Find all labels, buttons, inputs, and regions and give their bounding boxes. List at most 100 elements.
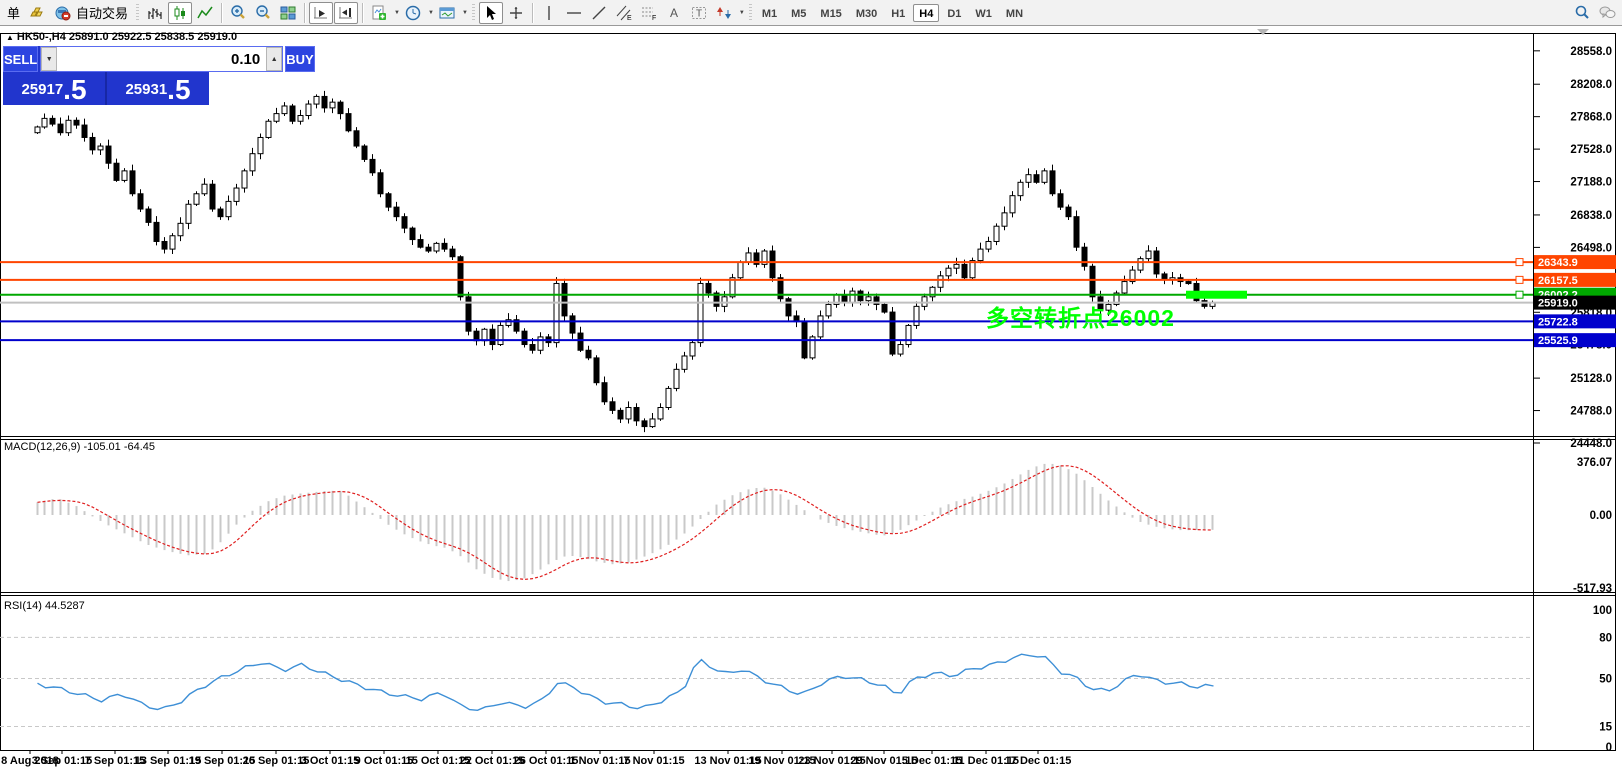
svg-text:A: A bbox=[670, 6, 678, 20]
svg-text:17 Dec 01:15: 17 Dec 01:15 bbox=[1005, 755, 1072, 767]
chart-frame bbox=[1, 34, 1616, 751]
tab-timeframe-MN[interactable]: MN bbox=[1000, 4, 1029, 22]
one-click-trading-panel: SELL ▼ ▲ BUY 25917.5 25931.5 bbox=[3, 46, 209, 105]
periods-dropdown[interactable]: ▼ bbox=[428, 10, 434, 16]
toolbar-grip[interactable] bbox=[472, 4, 475, 22]
tab-timeframe-H1[interactable]: H1 bbox=[885, 4, 911, 22]
sell-price[interactable]: 25917.5 bbox=[3, 72, 105, 105]
volume-increase-button[interactable]: ▲ bbox=[266, 47, 282, 71]
candles-group bbox=[0, 91, 1533, 432]
buy-button[interactable]: BUY bbox=[285, 46, 314, 72]
search-icon[interactable] bbox=[1570, 2, 1594, 24]
volume-input[interactable] bbox=[57, 47, 266, 71]
tab-timeframe-M1[interactable]: M1 bbox=[756, 4, 783, 22]
sell-button[interactable]: SELL bbox=[3, 46, 38, 72]
mt4-window: { "toolbar": { "new_order_label": "单", "… bbox=[0, 0, 1622, 768]
separator bbox=[304, 3, 305, 23]
svg-text:3 Oct 01:15: 3 Oct 01:15 bbox=[301, 755, 360, 767]
symbol-marker-icon: ▲ bbox=[6, 33, 14, 42]
tab-timeframe-W1[interactable]: W1 bbox=[969, 4, 998, 22]
tab-timeframe-D1[interactable]: D1 bbox=[941, 4, 967, 22]
rsi-line bbox=[38, 654, 1214, 710]
zoom-out-icon[interactable] bbox=[251, 2, 275, 24]
cursor-icon[interactable] bbox=[479, 2, 503, 24]
sell-price-int: 25917 bbox=[21, 77, 63, 103]
svg-text:27868.0: 27868.0 bbox=[1570, 112, 1612, 124]
separator bbox=[221, 3, 222, 23]
trendline-icon[interactable] bbox=[587, 2, 611, 24]
sell-price-frac: .5 bbox=[63, 77, 86, 103]
tab-timeframe-M30[interactable]: M30 bbox=[850, 4, 883, 22]
svg-text:0: 0 bbox=[1606, 742, 1612, 754]
svg-text:0.00: 0.00 bbox=[1590, 510, 1612, 522]
buy-price-int: 25931 bbox=[125, 77, 167, 103]
equidistant-channel-icon[interactable]: E bbox=[612, 2, 636, 24]
candlestick-chart-icon[interactable] bbox=[168, 2, 192, 24]
volume-decrease-button[interactable]: ▼ bbox=[41, 47, 57, 71]
crosshair-icon[interactable] bbox=[504, 2, 528, 24]
periods-clock-icon[interactable] bbox=[401, 2, 425, 24]
highlight-bar bbox=[1186, 291, 1247, 299]
svg-text:-517.93: -517.93 bbox=[1573, 583, 1612, 595]
toolbar-grip[interactable] bbox=[136, 4, 139, 22]
svg-text:T: T bbox=[696, 8, 702, 19]
svg-text:26838.0: 26838.0 bbox=[1570, 210, 1612, 222]
text-label-icon[interactable]: T bbox=[687, 2, 711, 24]
timeframe-buttons: M1M5M15M30H1H4D1W1MN bbox=[756, 4, 1029, 22]
zoom-in-icon[interactable] bbox=[226, 2, 250, 24]
vertical-line-icon[interactable] bbox=[537, 2, 561, 24]
svg-text:E: E bbox=[627, 15, 632, 22]
auto-scroll-icon[interactable] bbox=[309, 2, 333, 24]
line-chart-icon[interactable] bbox=[193, 2, 217, 24]
autotrade-label: 自动交易 bbox=[76, 3, 128, 22]
svg-text:25128.0: 25128.0 bbox=[1570, 373, 1612, 385]
rsi-group bbox=[0, 637, 1533, 726]
svg-text:28208.0: 28208.0 bbox=[1570, 79, 1612, 91]
svg-text:3 Sep 01:15: 3 Sep 01:15 bbox=[32, 755, 93, 767]
svg-text:9 Oct 01:15: 9 Oct 01:15 bbox=[355, 755, 414, 767]
horizontal-line-icon[interactable] bbox=[562, 2, 586, 24]
tab-timeframe-M5[interactable]: M5 bbox=[785, 4, 812, 22]
chart-canvas[interactable]: 28558.028208.027868.027528.027188.026838… bbox=[0, 0, 1622, 768]
indicators-icon[interactable] bbox=[367, 2, 391, 24]
svg-text:26343.9: 26343.9 bbox=[1538, 257, 1578, 269]
svg-text:100: 100 bbox=[1593, 605, 1612, 617]
macd-label: MACD(12,26,9) -105.01 -64.45 bbox=[4, 441, 155, 453]
time-axis: 8 Aug 20183 Sep 01:157 Sep 01:1513 Sep 0… bbox=[1, 750, 1071, 767]
autotrade-icon bbox=[54, 4, 72, 22]
svg-text:25722.8: 25722.8 bbox=[1538, 316, 1578, 328]
svg-text:15: 15 bbox=[1599, 721, 1612, 733]
tile-windows-icon[interactable] bbox=[276, 2, 300, 24]
text-icon[interactable]: A bbox=[662, 2, 686, 24]
chart-shift-marker bbox=[1257, 29, 1269, 35]
svg-text:27188.0: 27188.0 bbox=[1570, 177, 1612, 189]
new-order-label: 单 bbox=[7, 3, 20, 22]
autotrade-button[interactable]: 自动交易 bbox=[50, 2, 132, 24]
tab-timeframe-H4[interactable]: H4 bbox=[913, 4, 939, 22]
rsi-label: RSI(14) 44.5287 bbox=[4, 600, 85, 612]
line-handle bbox=[1516, 291, 1523, 298]
templates-dropdown[interactable]: ▼ bbox=[462, 10, 468, 16]
svg-text:28558.0: 28558.0 bbox=[1570, 46, 1612, 58]
bar-chart-icon[interactable] bbox=[143, 2, 167, 24]
buy-price-frac: .5 bbox=[167, 77, 190, 103]
arrows-icon[interactable] bbox=[712, 2, 736, 24]
arrows-dropdown[interactable]: ▼ bbox=[739, 10, 745, 16]
buy-price[interactable]: 25931.5 bbox=[107, 72, 209, 105]
chart-title-text: HK50-,H4 25891.0 25922.5 25838.5 25919.0 bbox=[17, 31, 237, 43]
tab-timeframe-M15[interactable]: M15 bbox=[814, 4, 847, 22]
gold-bars-icon[interactable] bbox=[25, 2, 49, 24]
chart-shift-icon[interactable] bbox=[334, 2, 358, 24]
separator bbox=[362, 3, 363, 23]
chat-icon[interactable] bbox=[1595, 2, 1619, 24]
new-order-button[interactable]: 单 bbox=[3, 2, 24, 24]
svg-text:24788.0: 24788.0 bbox=[1570, 406, 1612, 418]
templates-icon[interactable] bbox=[435, 2, 459, 24]
svg-text:7 Nov 01:15: 7 Nov 01:15 bbox=[623, 755, 684, 767]
fibonacci-icon[interactable]: F bbox=[637, 2, 661, 24]
svg-text:24448.0: 24448.0 bbox=[1570, 438, 1612, 450]
svg-text:26157.5: 26157.5 bbox=[1538, 275, 1578, 287]
indicators-dropdown[interactable]: ▼ bbox=[394, 10, 400, 16]
toolbar-grip[interactable] bbox=[749, 4, 752, 22]
chart-annotation-text[interactable]: 多空转折点26002 bbox=[986, 299, 1175, 333]
